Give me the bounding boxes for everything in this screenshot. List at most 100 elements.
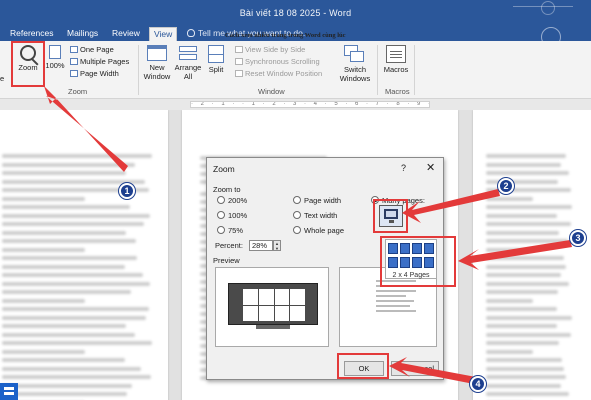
radio-whole-page-label: Whole page bbox=[304, 226, 345, 235]
view-side-by-side-label: View Side by Side bbox=[245, 45, 306, 54]
switch-windows-icon bbox=[344, 45, 366, 63]
blurred-text-line bbox=[486, 162, 561, 167]
document-title: Bài viết 18 08 2025 - Word bbox=[239, 8, 352, 18]
blurred-text-line bbox=[2, 281, 150, 286]
blurred-text-line bbox=[2, 375, 151, 379]
synchronous-scrolling-label: Synchronous Scrolling bbox=[245, 57, 320, 66]
radio-dot bbox=[217, 196, 225, 204]
blurred-text-line bbox=[2, 315, 146, 320]
blurred-text-line bbox=[486, 324, 557, 328]
percent-input[interactable]: 28% bbox=[249, 240, 273, 251]
radio-dot bbox=[293, 226, 301, 234]
callout-badge-4: 4 bbox=[470, 376, 486, 392]
one-page-button[interactable]: One Page bbox=[70, 45, 114, 55]
blurred-text-line bbox=[2, 307, 149, 311]
callout-badge-1: 1 bbox=[119, 183, 135, 199]
callout-badge-3: 3 bbox=[570, 230, 586, 246]
blurred-text-line bbox=[486, 171, 569, 175]
reset-position-icon bbox=[235, 70, 243, 77]
preview-label: Preview bbox=[213, 256, 240, 265]
page-width-icon bbox=[70, 70, 78, 77]
arrange-all-label-2: All bbox=[183, 72, 193, 81]
blurred-text-line bbox=[486, 358, 562, 362]
blurred-text-line bbox=[2, 264, 125, 269]
ribbon-edge-label: e bbox=[0, 74, 5, 83]
blurred-text-line bbox=[486, 154, 566, 158]
blurred-text-line bbox=[2, 392, 127, 396]
help-button[interactable]: ? bbox=[401, 163, 406, 173]
blurred-text-line bbox=[486, 273, 561, 277]
blurred-text-line bbox=[486, 366, 564, 371]
hundred-percent-label: 100% bbox=[45, 61, 65, 70]
radio-page-width[interactable]: Page width bbox=[293, 196, 341, 206]
radio-75-percent[interactable]: 75% bbox=[217, 226, 243, 236]
radio-200-label: 200% bbox=[228, 196, 248, 205]
blurred-text-line bbox=[486, 222, 571, 226]
new-window-button[interactable]: New Window bbox=[143, 45, 171, 81]
blurred-text-line bbox=[486, 179, 558, 184]
blurred-text-line bbox=[2, 324, 126, 328]
tab-review[interactable]: Review bbox=[108, 27, 144, 41]
blurred-text-line bbox=[486, 213, 557, 218]
document-heading: Cách xem nhiều trang trong Word cùng lúc bbox=[225, 32, 346, 39]
tab-mailings[interactable]: Mailings bbox=[63, 27, 102, 41]
macros-button-label: Macros bbox=[383, 65, 409, 74]
arrange-all-label-1: Arrange bbox=[174, 63, 202, 72]
ruler: · 2 · 1 · · 1 · 2 · 3 · 4 · 5 · 6 · 7 · … bbox=[0, 99, 591, 110]
radio-text-width[interactable]: Text width bbox=[293, 211, 337, 221]
pages-icon bbox=[70, 58, 78, 65]
split-button[interactable]: Split bbox=[205, 45, 227, 74]
group-separator bbox=[377, 45, 378, 95]
blurred-text-line bbox=[486, 392, 569, 396]
new-window-label-1: New bbox=[149, 63, 165, 72]
percent-spinner[interactable]: ▲ ▼ bbox=[273, 240, 281, 251]
multiple-pages-button[interactable]: Multiple Pages bbox=[70, 57, 129, 67]
cancel-button[interactable]: cel bbox=[391, 361, 439, 376]
ribbon: e Zoom 100% One Page Multiple Pages Page… bbox=[0, 41, 591, 99]
reset-window-position-button[interactable]: Reset Window Position bbox=[235, 69, 322, 79]
blurred-text-line bbox=[486, 230, 559, 235]
blurred-text-line bbox=[486, 349, 533, 354]
tab-view[interactable]: View bbox=[149, 27, 178, 41]
macros-button[interactable]: Macros bbox=[381, 45, 411, 74]
page-grid-highlight bbox=[380, 236, 456, 287]
monitor-stand-icon bbox=[256, 325, 290, 329]
radio-100-percent[interactable]: 100% bbox=[217, 211, 247, 221]
view-side-by-side-button[interactable]: View Side by Side bbox=[235, 45, 305, 55]
switch-windows-label-1: Switch bbox=[343, 65, 367, 74]
radio-200-percent[interactable]: 200% bbox=[217, 196, 247, 206]
blurred-text-line bbox=[2, 196, 85, 201]
hundred-percent-button[interactable]: 100% bbox=[44, 45, 66, 70]
blurred-text-line bbox=[2, 298, 85, 303]
blurred-text-line bbox=[2, 332, 135, 337]
zoom-to-label: Zoom to bbox=[213, 185, 241, 194]
blurred-text-line bbox=[2, 256, 137, 260]
macros-group-label: Macros bbox=[385, 87, 410, 96]
radio-page-width-label: Page width bbox=[304, 196, 342, 205]
side-by-side-icon bbox=[235, 46, 243, 53]
sync-scrolling-icon bbox=[235, 58, 243, 65]
group-separator bbox=[414, 45, 415, 95]
reset-window-position-label: Reset Window Position bbox=[245, 69, 323, 78]
tab-references[interactable]: References bbox=[6, 27, 57, 41]
blurred-text-line bbox=[486, 256, 564, 260]
close-icon[interactable]: ✕ bbox=[426, 161, 435, 174]
blurred-text-line bbox=[2, 205, 130, 209]
blurred-text-line bbox=[2, 171, 126, 175]
preview-pane bbox=[215, 267, 329, 347]
page-width-button[interactable]: Page Width bbox=[70, 69, 119, 79]
blurred-text-line bbox=[486, 247, 533, 252]
site-logo-icon bbox=[0, 383, 18, 400]
split-icon bbox=[208, 45, 224, 63]
blurred-text-line bbox=[2, 349, 85, 354]
blurred-text-line bbox=[2, 213, 150, 218]
synchronous-scrolling-button[interactable]: Synchronous Scrolling bbox=[235, 57, 320, 67]
blurred-text-line bbox=[486, 315, 572, 320]
switch-windows-button[interactable]: Switch Windows bbox=[338, 45, 372, 83]
blurred-text-line bbox=[2, 358, 125, 362]
radio-whole-page[interactable]: Whole page bbox=[293, 226, 344, 236]
monitor-preview-icon bbox=[228, 283, 318, 325]
blurred-text-line bbox=[486, 383, 561, 388]
blurred-text-line bbox=[486, 264, 566, 269]
arrange-all-button[interactable]: Arrange All bbox=[173, 45, 203, 81]
